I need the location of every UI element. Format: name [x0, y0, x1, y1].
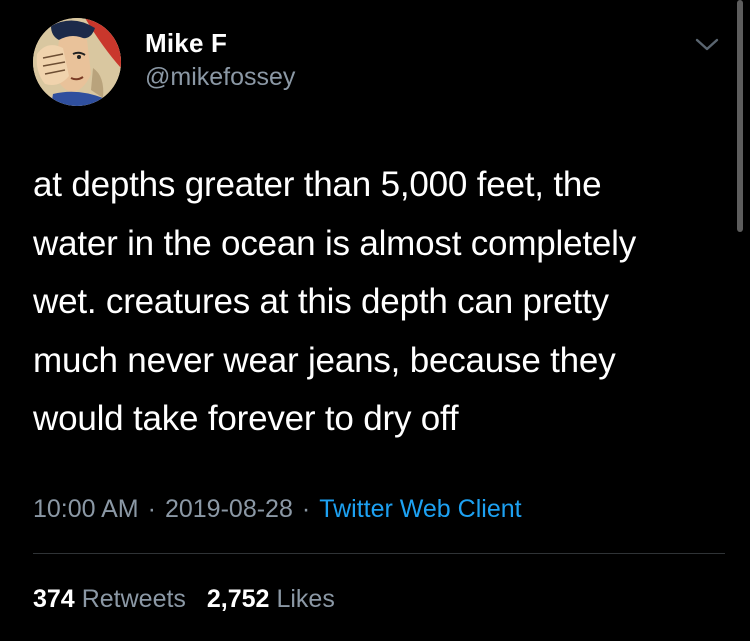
retweets-label: Retweets	[81, 585, 186, 613]
separator-dot: ·	[147, 495, 156, 523]
scrollbar-thumb[interactable]	[737, 0, 743, 232]
divider	[33, 553, 725, 554]
tweet-client-link[interactable]: Twitter Web Client	[319, 495, 521, 523]
tweet-author[interactable]: Mike F @mikefossey	[145, 26, 295, 94]
retweets-stat[interactable]: 374 Retweets	[33, 582, 186, 616]
comic-superman-avatar-icon	[33, 18, 121, 106]
avatar[interactable]	[33, 18, 121, 106]
tweet-detail: Mike F @mikefossey at depths greater tha…	[0, 0, 750, 641]
display-name[interactable]: Mike F	[145, 26, 295, 60]
tweet-text: at depths greater than 5,000 feet, the w…	[33, 165, 637, 438]
tweet-stats: 374 Retweets 2,752 Likes	[33, 582, 349, 616]
chevron-down-icon	[695, 38, 719, 51]
tweet-date[interactable]: 2019-08-28	[165, 495, 293, 523]
tweet-time[interactable]: 10:00 AM	[33, 495, 139, 523]
user-handle[interactable]: @mikefossey	[145, 60, 295, 94]
likes-label: Likes	[276, 585, 335, 613]
retweets-count: 374	[33, 585, 75, 613]
likes-stat[interactable]: 2,752 Likes	[207, 582, 335, 616]
tweet-options-button[interactable]	[692, 34, 722, 56]
separator-dot: ·	[301, 495, 311, 523]
tweet-metadata: 10:00 AM · 2019-08-28 · Twitter Web Client	[33, 492, 522, 526]
likes-count: 2,752	[206, 585, 270, 613]
